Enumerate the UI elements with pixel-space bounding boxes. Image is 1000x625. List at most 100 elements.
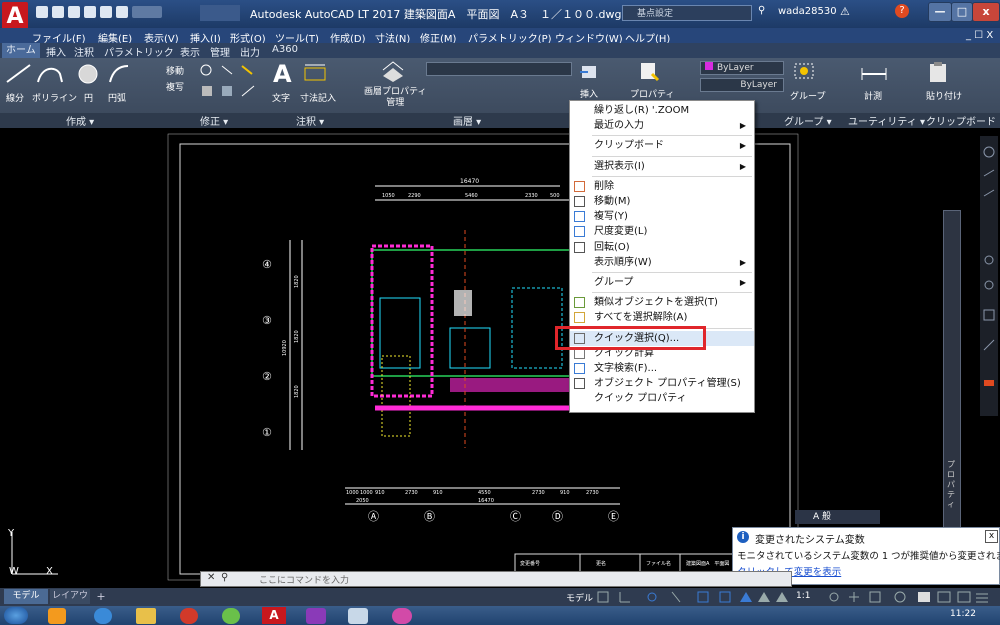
group-icon[interactable]	[792, 60, 818, 84]
close-cmd-icon[interactable]: ✕	[207, 572, 215, 583]
chrome-icon[interactable]	[180, 608, 198, 624]
tab-a360[interactable]: A360	[272, 44, 298, 55]
binoculars-icon[interactable]: ⚲	[758, 5, 770, 19]
context-menu-item[interactable]: 選択表示(I) ▶	[570, 159, 754, 174]
start-button[interactable]	[4, 607, 28, 624]
arc-icon[interactable]	[106, 62, 130, 86]
command-input[interactable]: ここにコマンドを入力	[259, 573, 349, 586]
layer-dropdown[interactable]	[426, 62, 572, 76]
tab-home[interactable]: ホーム	[2, 43, 40, 58]
panel-groups[interactable]: グループ ▾	[784, 113, 832, 128]
context-menu-item[interactable]: 表示順序(W) ▶	[570, 255, 754, 270]
exchange-icon[interactable]: ⚠	[840, 5, 850, 18]
context-menu-item[interactable]: 文字検索(F)...	[570, 361, 754, 376]
line-icon[interactable]	[4, 62, 34, 86]
context-menu-item[interactable]: 削除	[570, 179, 754, 194]
doc-controls[interactable]: _ ☐ X	[966, 30, 993, 41]
tab-layout1[interactable]: レイアウト1	[50, 589, 90, 616]
context-menu-item[interactable]: 回転(O)	[570, 240, 754, 255]
command-line[interactable]: ✕ ⚲ ここにコマンドを入力	[200, 571, 792, 587]
group-label[interactable]: グループ	[790, 89, 825, 102]
polyline-icon[interactable]	[34, 62, 66, 86]
text-tool-icon[interactable]: A	[273, 60, 292, 88]
notification-close-button[interactable]: x	[985, 530, 998, 543]
save-as-icon[interactable]	[84, 6, 96, 18]
print-icon[interactable]	[100, 6, 112, 18]
draw-tool-polyline[interactable]: ポリライン	[32, 91, 77, 104]
close-button[interactable]: x	[972, 2, 1000, 22]
paste-label[interactable]: 貼り付け	[926, 89, 962, 102]
explorer-icon[interactable]	[136, 608, 156, 624]
add-layout-icon[interactable]: +	[93, 589, 109, 604]
status-toggle-icons[interactable]	[596, 590, 796, 604]
tab-insert[interactable]: 挿入	[46, 44, 66, 59]
context-menu-item[interactable]: 最近の入力 ▶	[570, 118, 754, 133]
app-icon[interactable]	[306, 608, 326, 624]
customize-cmd-icon[interactable]: ⚲	[221, 572, 228, 583]
autocad-taskbar-icon[interactable]: A	[262, 607, 286, 624]
help-icon[interactable]: ?	[895, 4, 909, 18]
circle-icon[interactable]	[76, 62, 100, 86]
insert-block-icon[interactable]	[578, 60, 600, 82]
draw-tool-arc[interactable]: 円弧	[108, 91, 126, 104]
tab-parametric[interactable]: パラメトリック	[104, 44, 174, 59]
context-menu-item[interactable]: クイック プロパティ	[570, 391, 754, 406]
modify-tool-copy[interactable]: 複写	[166, 80, 184, 93]
model-space-label[interactable]: モデル	[566, 591, 593, 604]
context-menu-item[interactable]: クリップボード ▶	[570, 138, 754, 153]
navbar-icons[interactable]	[980, 140, 998, 410]
panel-layers[interactable]: 画層 ▾	[453, 113, 481, 128]
panel-modify[interactable]: 修正 ▾	[200, 113, 228, 128]
tab-view[interactable]: 表示	[180, 44, 200, 59]
paint-icon[interactable]	[348, 608, 368, 624]
layer-properties-label[interactable]: 画層プロパティ 管理	[364, 87, 426, 109]
draw-tool-line[interactable]: 線分	[6, 91, 24, 104]
context-menu-item[interactable]: 複写(Y)	[570, 209, 754, 224]
modify-tool-move[interactable]: 移動	[166, 64, 184, 77]
annotation-tool-text[interactable]: 文字	[272, 91, 290, 104]
context-menu-item[interactable]: すべてを選択解除(A)	[570, 310, 754, 325]
redo-icon[interactable]	[132, 6, 162, 18]
undo-icon[interactable]	[116, 6, 128, 18]
user-name[interactable]: wada28530	[778, 6, 837, 17]
minimize-button[interactable]: —	[928, 2, 952, 22]
new-file-icon[interactable]	[36, 6, 48, 18]
insert-block-label[interactable]: 挿入	[580, 87, 598, 100]
panel-clipboard[interactable]: クリップボード	[926, 113, 996, 128]
annotation-tool-dimension[interactable]: 寸法記入	[300, 91, 336, 104]
save-icon[interactable]	[68, 6, 80, 18]
tab-model[interactable]: モデル	[4, 589, 48, 604]
measure-icon[interactable]	[860, 62, 888, 84]
tab-annotate[interactable]: 注釈	[74, 44, 94, 59]
media-player-icon[interactable]	[48, 608, 66, 624]
clock[interactable]: 11:22	[950, 609, 976, 619]
layer-properties-icon[interactable]	[380, 60, 406, 84]
color-combo[interactable]: ByLayer	[700, 61, 784, 75]
context-menu-item[interactable]: 類似オブジェクトを選択(T)	[570, 295, 754, 310]
paste-icon[interactable]	[926, 60, 950, 84]
draw-tool-circle[interactable]: 円	[84, 91, 93, 104]
context-menu-item[interactable]: 尺度変更(L)	[570, 224, 754, 239]
ie-icon[interactable]	[94, 608, 112, 624]
panel-annotation[interactable]: 注釈 ▾	[296, 113, 324, 128]
tab-output[interactable]: 出力	[240, 44, 260, 59]
context-menu-item[interactable]: グループ ▶	[570, 275, 754, 290]
context-menu-item[interactable]: オブジェクト プロパティ管理(S)	[570, 376, 754, 391]
context-menu[interactable]: 繰り返し(R) '.ZOOM 最近の入力 ▶ クリップボード ▶ 選択表示(I) ▶ 削除 移動…	[569, 100, 755, 413]
workspace-dropdown[interactable]	[200, 5, 240, 21]
dimension-icon[interactable]	[302, 62, 328, 86]
modify-tools-icon[interactable]	[192, 62, 262, 106]
search-input[interactable]: 基点設定	[622, 5, 752, 21]
context-menu-item[interactable]: 繰り返し(R) '.ZOOM	[570, 103, 754, 118]
panel-utilities[interactable]: ユーティリティ ▾	[848, 113, 925, 128]
measure-label[interactable]: 計測	[864, 89, 882, 102]
maximize-button[interactable]: □	[951, 2, 973, 22]
properties-label[interactable]: プロパティ	[630, 87, 674, 100]
annotation-scale[interactable]: 1:1	[796, 591, 810, 601]
linetype-combo[interactable]: ByLayer	[700, 78, 784, 92]
match-properties-icon[interactable]	[638, 60, 660, 82]
context-menu-item[interactable]: 移動(M)	[570, 194, 754, 209]
browser-icon[interactable]	[222, 608, 240, 624]
misc-app-icon[interactable]	[392, 608, 412, 624]
annotation-toolbar[interactable]: A 般	[795, 510, 880, 524]
